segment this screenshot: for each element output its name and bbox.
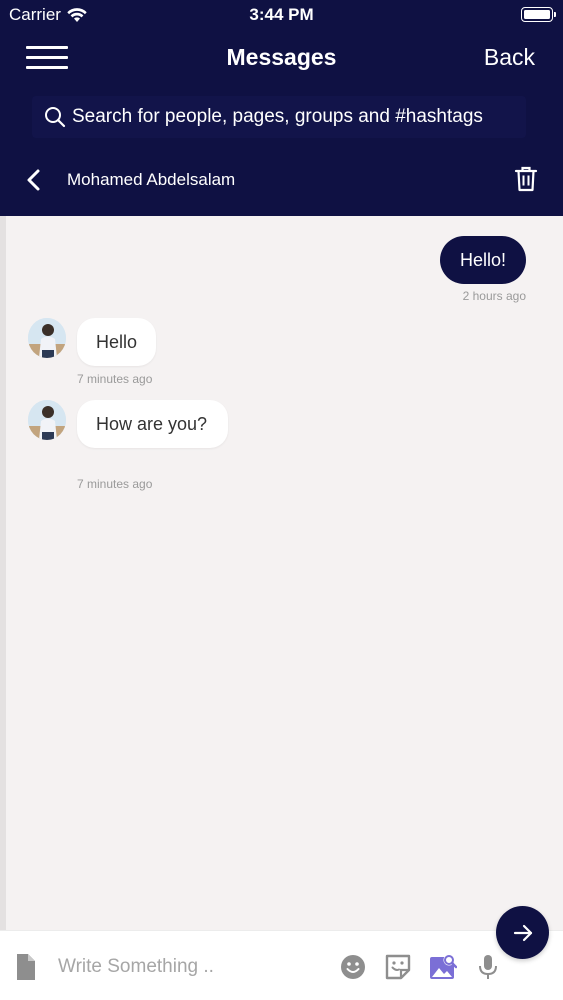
back-button[interactable]: Back [484, 44, 535, 71]
microphone-icon [479, 955, 497, 979]
search-icon [44, 106, 66, 128]
emoji-icon [341, 955, 365, 979]
send-button[interactable] [496, 906, 549, 959]
file-icon [17, 954, 35, 980]
attach-file-button[interactable] [15, 954, 37, 980]
message-composer [0, 930, 563, 1000]
image-icon [430, 954, 458, 979]
message-timestamp: 2 hours ago [462, 289, 526, 303]
message-list[interactable]: Hello! 2 hours ago Hello 7 minutes ago H… [0, 216, 563, 930]
search-bar[interactable] [32, 96, 526, 138]
sticker-icon [385, 954, 411, 980]
voice-message-button[interactable] [474, 953, 502, 981]
search-input[interactable] [72, 106, 526, 128]
message-input[interactable] [58, 951, 318, 983]
incoming-message-bubble: How are you? [77, 400, 228, 448]
avatar[interactable] [28, 318, 66, 358]
conversation-bar: Mohamed Abdelsalam [0, 158, 563, 202]
message-timestamp: 7 minutes ago [77, 372, 153, 386]
outgoing-message-bubble: Hello! [439, 236, 526, 284]
arrow-right-icon [513, 924, 532, 941]
incoming-message-bubble: Hello [77, 318, 157, 366]
status-bar: Carrier 3:44 PM [0, 0, 563, 30]
contact-name: Mohamed Abdelsalam [67, 170, 236, 189]
battery-icon [521, 7, 556, 22]
status-time: 3:44 PM [249, 5, 314, 24]
message-timestamp: 7 minutes ago [77, 477, 153, 491]
nav-bar: Messages Back [0, 36, 563, 80]
delete-conversation-button[interactable] [513, 165, 539, 193]
image-search-button[interactable] [429, 953, 458, 981]
emoji-button[interactable] [339, 953, 367, 981]
trash-icon [514, 166, 538, 192]
header: Carrier 3:44 PM Messages Back Search for… [0, 0, 563, 216]
conversation-back-button[interactable] [22, 168, 46, 192]
chevron-left-icon [27, 169, 40, 191]
page-title: Messages [226, 44, 337, 70]
avatar[interactable] [28, 400, 66, 440]
sticker-button[interactable] [384, 953, 412, 981]
